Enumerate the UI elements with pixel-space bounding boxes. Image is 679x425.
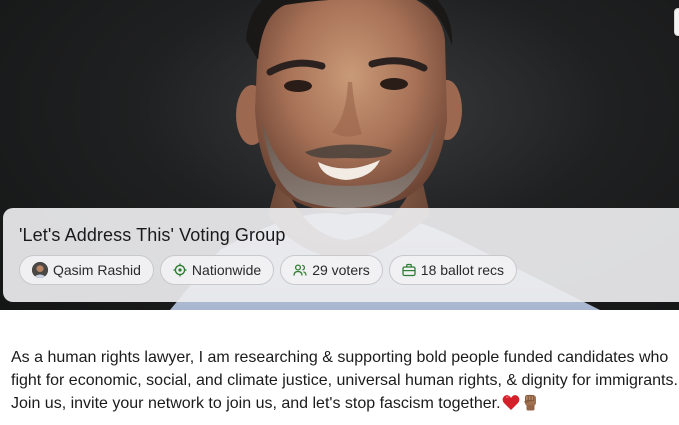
description-text: As a human rights lawyer, I am researchi… [11,349,678,412]
users-icon [293,263,307,277]
author-name: Qasim Rashid [53,262,141,278]
red-heart-icon [502,394,520,418]
location-target-icon [173,263,187,277]
voting-group-page: 'Let's Address This' Voting Group Qasim … [0,0,679,425]
scope-label: Nationwide [191,262,262,278]
group-info-card: 'Let's Address This' Voting Group Qasim … [3,208,679,302]
ballot-recs-chip[interactable]: 18 ballot recs [388,255,518,285]
group-description: As a human rights lawyer, I am researchi… [11,346,679,418]
group-chips: Qasim Rashid Nationwide 29 voters 18 bal… [19,255,518,285]
author-chip[interactable]: Qasim Rashid [19,255,154,285]
avatar [32,262,48,278]
briefcase-icon [402,263,416,277]
scope-chip[interactable]: Nationwide [159,255,275,285]
scroll-handle[interactable] [674,8,679,36]
voters-label: 29 voters [312,262,370,278]
ballot-recs-label: 18 ballot recs [420,262,505,278]
raised-fist-icon [521,393,539,418]
group-title: 'Let's Address This' Voting Group [19,225,286,245]
voters-chip[interactable]: 29 voters [280,255,383,285]
